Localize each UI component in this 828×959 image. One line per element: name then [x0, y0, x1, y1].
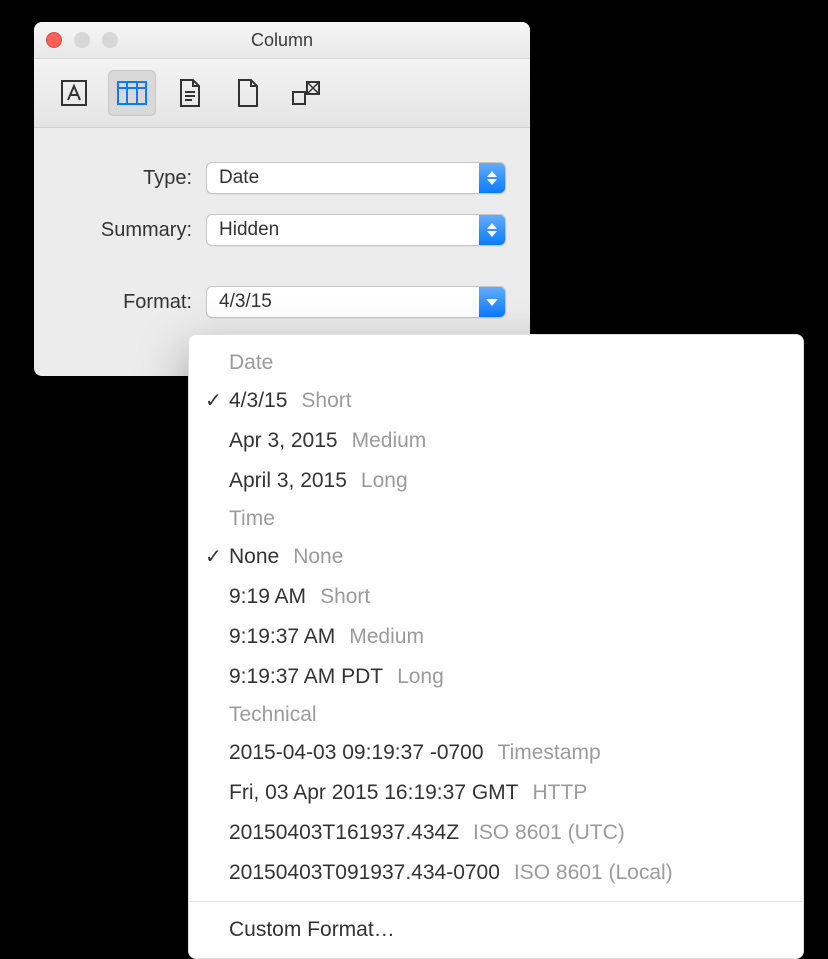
menu-item[interactable]: 20150403T091937.434-0700 ISO 8601 (Local): [189, 853, 803, 893]
inspector-toolbar: [34, 59, 530, 128]
menu-section-header: Date: [189, 345, 803, 381]
minimize-window-button: [74, 32, 90, 48]
tab-style[interactable]: [282, 70, 330, 116]
tab-column[interactable]: [108, 70, 156, 116]
columns-icon: [117, 79, 147, 107]
inspector-panel: Column: [34, 22, 530, 376]
stepper-icon: [479, 215, 505, 245]
menu-item-name: ISO 8601 (UTC): [473, 817, 625, 849]
menu-item-custom-format[interactable]: Custom Format…: [189, 906, 803, 954]
menu-item-example: Apr 3, 2015: [229, 425, 338, 457]
tab-page[interactable]: [224, 70, 272, 116]
menu-item-name: None: [293, 541, 343, 573]
menu-item[interactable]: 2015-04-03 09:19:37 -0700 Timestamp: [189, 733, 803, 773]
inspector-form: Type: Date Summary: Hidden Format: 4/3/1…: [34, 128, 530, 318]
menu-item[interactable]: Fri, 03 Apr 2015 16:19:37 GMT HTTP: [189, 773, 803, 813]
grid-icon: [291, 79, 321, 107]
menu-item-name: Medium: [349, 621, 424, 653]
format-label: Format:: [34, 291, 206, 314]
menu-item[interactable]: ✓4/3/15 Short: [189, 381, 803, 421]
format-select[interactable]: 4/3/15: [206, 286, 506, 318]
menu-item-name: Medium: [352, 425, 427, 457]
checkmark-icon: ✓: [205, 541, 222, 573]
menu-item-name: ISO 8601 (Local): [514, 857, 673, 889]
window-title: Column: [251, 30, 313, 50]
menu-item-name: Timestamp: [498, 737, 601, 769]
menu-item-example: Fri, 03 Apr 2015 16:19:37 GMT: [229, 777, 519, 809]
type-select-value: Date: [219, 167, 259, 189]
menu-item[interactable]: 20150403T161937.434Z ISO 8601 (UTC): [189, 813, 803, 853]
text-style-icon: [60, 79, 88, 107]
menu-item-example: None: [229, 541, 279, 573]
summary-select[interactable]: Hidden: [206, 214, 506, 246]
menu-item-example: April 3, 2015: [229, 465, 347, 497]
format-select-value: 4/3/15: [219, 291, 272, 313]
menu-separator: [189, 901, 803, 902]
page-icon: [236, 78, 260, 108]
menu-item[interactable]: Apr 3, 2015 Medium: [189, 421, 803, 461]
stepper-icon: [479, 163, 505, 193]
menu-item-name: HTTP: [533, 777, 588, 809]
summary-select-value: Hidden: [219, 219, 279, 241]
menu-section-header: Technical: [189, 697, 803, 733]
type-label: Type:: [34, 167, 206, 190]
menu-item[interactable]: 9:19 AM Short: [189, 577, 803, 617]
tab-document[interactable]: [166, 70, 214, 116]
close-window-button[interactable]: [46, 32, 62, 48]
menu-section-header: Time: [189, 501, 803, 537]
tab-text[interactable]: [50, 70, 98, 116]
menu-item-name: Short: [320, 581, 370, 613]
menu-item-example: 9:19 AM: [229, 581, 306, 613]
menu-item-name: Long: [361, 465, 408, 497]
window-controls: [46, 32, 118, 48]
menu-item-example: 20150403T161937.434Z: [229, 817, 459, 849]
menu-item-example: 4/3/15: [229, 385, 287, 417]
checkmark-icon: ✓: [205, 385, 222, 417]
menu-item[interactable]: ✓NoneNone: [189, 537, 803, 577]
document-icon: [178, 78, 202, 108]
zoom-window-button: [102, 32, 118, 48]
chevron-down-icon: [479, 287, 505, 317]
menu-item-example: 9:19:37 AM PDT: [229, 661, 383, 693]
menu-item-name: Short: [301, 385, 351, 417]
menu-item-example: 2015-04-03 09:19:37 -0700: [229, 737, 484, 769]
menu-item[interactable]: 9:19:37 AM PDT Long: [189, 657, 803, 697]
menu-item-example: 9:19:37 AM: [229, 621, 335, 653]
menu-item-example: 20150403T091937.434-0700: [229, 857, 500, 889]
format-dropdown-menu: Date✓4/3/15ShortApr 3, 2015MediumApril 3…: [188, 334, 804, 959]
menu-item[interactable]: 9:19:37 AM Medium: [189, 617, 803, 657]
menu-item-name: Long: [397, 661, 444, 693]
menu-item[interactable]: April 3, 2015 Long: [189, 461, 803, 501]
type-select[interactable]: Date: [206, 162, 506, 194]
summary-label: Summary:: [34, 219, 206, 242]
titlebar: Column: [34, 22, 530, 59]
